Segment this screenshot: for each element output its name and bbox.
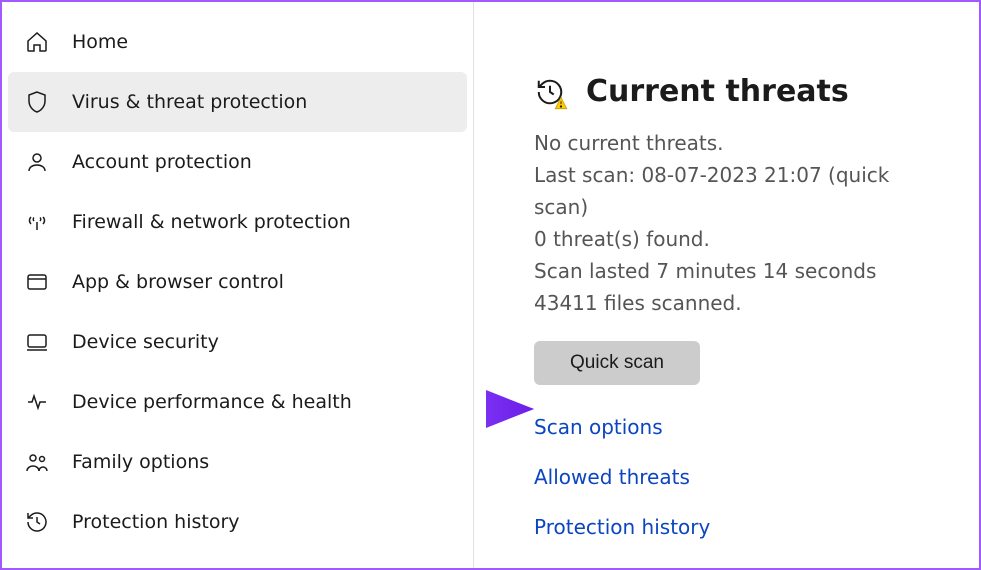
threats-history-icon [534,76,566,108]
sidebar-item-label: Device performance & health [72,391,352,413]
sidebar-item-label: Family options [72,451,209,473]
account-icon [24,149,50,175]
sidebar-item-history[interactable]: Protection history [2,492,473,552]
sidebar-item-family[interactable]: Family options [2,432,473,492]
sidebar-item-performance[interactable]: Device performance & health [2,372,473,432]
sidebar-item-label: Account protection [72,151,252,173]
window-frame: Home Virus & threat protection Account p… [0,0,981,570]
sidebar-item-label: Firewall & network protection [72,211,351,233]
app-browser-icon [24,269,50,295]
history-icon [24,509,50,535]
sidebar-item-label: Device security [72,331,219,353]
home-icon [24,29,50,55]
family-icon [24,449,50,475]
sidebar-item-home[interactable]: Home [2,12,473,72]
sidebar: Home Virus & threat protection Account p… [2,2,474,568]
device-icon [24,329,50,355]
section-title: Current threats [586,74,849,109]
files-scanned-text: 43411 files scanned. [534,287,939,319]
health-icon [24,389,50,415]
protection-history-link[interactable]: Protection history [534,515,939,539]
sidebar-item-device-security[interactable]: Device security [2,312,473,372]
sidebar-item-label: App & browser control [72,271,284,293]
sidebar-item-firewall[interactable]: Firewall & network protection [2,192,473,252]
sidebar-item-account[interactable]: Account protection [2,132,473,192]
scan-duration-text: Scan lasted 7 minutes 14 seconds [534,255,939,287]
quick-scan-button[interactable]: Quick scan [534,341,700,385]
current-threats-header: Current threats [534,74,939,109]
network-icon [24,209,50,235]
sidebar-item-label: Home [72,31,128,53]
sidebar-item-app-browser[interactable]: App & browser control [2,252,473,312]
no-threats-text: No current threats. [534,127,939,159]
sidebar-item-label: Virus & threat protection [72,91,307,113]
scan-options-link[interactable]: Scan options [534,415,939,439]
threats-found-text: 0 threat(s) found. [534,223,939,255]
main-content: Current threats No current threats. Last… [474,2,979,568]
last-scan-text: Last scan: 08-07-2023 21:07 (quick scan) [534,159,939,223]
sidebar-item-virus-threat[interactable]: Virus & threat protection [8,72,467,132]
allowed-threats-link[interactable]: Allowed threats [534,465,939,489]
sidebar-item-label: Protection history [72,511,240,533]
shield-icon [24,89,50,115]
